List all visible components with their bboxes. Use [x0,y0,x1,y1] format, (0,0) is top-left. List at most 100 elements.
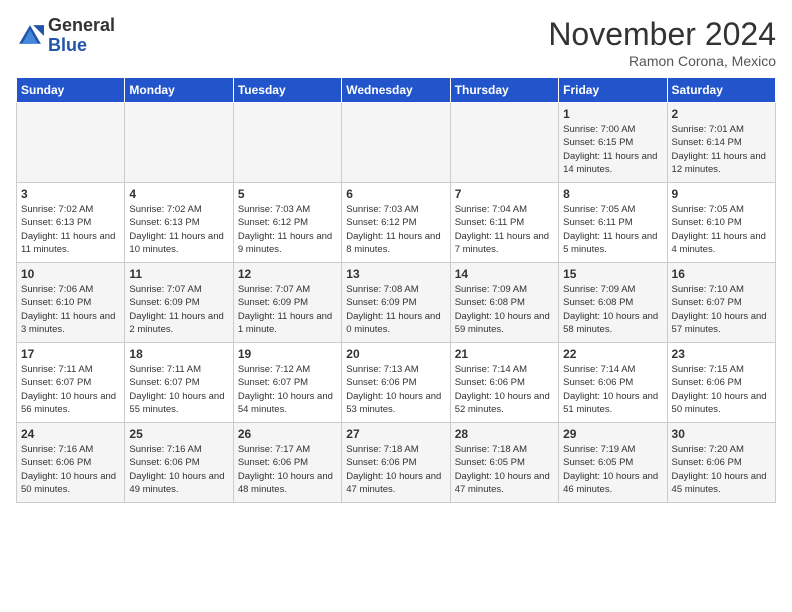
day-info: Sunrise: 7:00 AM Sunset: 6:15 PM Dayligh… [563,123,662,176]
calendar-cell: 9 Sunrise: 7:05 AM Sunset: 6:10 PM Daylig… [667,183,775,263]
calendar-body: 1 Sunrise: 7:00 AM Sunset: 6:15 PM Daylig… [17,103,776,503]
day-info: Sunrise: 7:16 AM Sunset: 6:06 PM Dayligh… [21,443,120,496]
day-info: Sunrise: 7:02 AM Sunset: 6:13 PM Dayligh… [21,203,120,256]
day-info: Sunrise: 7:15 AM Sunset: 6:06 PM Dayligh… [672,363,771,416]
day-number: 23 [672,347,771,361]
day-info: Sunrise: 7:19 AM Sunset: 6:05 PM Dayligh… [563,443,662,496]
day-info: Sunrise: 7:09 AM Sunset: 6:08 PM Dayligh… [455,283,554,336]
day-info: Sunrise: 7:07 AM Sunset: 6:09 PM Dayligh… [238,283,337,336]
page-header: General Blue November 2024 Ramon Corona,… [16,16,776,69]
calendar-table: SundayMondayTuesdayWednesdayThursdayFrid… [16,77,776,503]
day-number: 28 [455,427,554,441]
day-info: Sunrise: 7:08 AM Sunset: 6:09 PM Dayligh… [346,283,445,336]
calendar-cell: 29 Sunrise: 7:19 AM Sunset: 6:05 PM Dayli… [559,423,667,503]
weekday-header-wednesday: Wednesday [342,78,450,103]
day-info: Sunrise: 7:14 AM Sunset: 6:06 PM Dayligh… [563,363,662,416]
day-info: Sunrise: 7:10 AM Sunset: 6:07 PM Dayligh… [672,283,771,336]
day-info: Sunrise: 7:14 AM Sunset: 6:06 PM Dayligh… [455,363,554,416]
day-number: 5 [238,187,337,201]
day-number: 19 [238,347,337,361]
weekday-header-row: SundayMondayTuesdayWednesdayThursdayFrid… [17,78,776,103]
day-info: Sunrise: 7:04 AM Sunset: 6:11 PM Dayligh… [455,203,554,256]
month-title: November 2024 [548,16,776,53]
weekday-header-sunday: Sunday [17,78,125,103]
day-info: Sunrise: 7:13 AM Sunset: 6:06 PM Dayligh… [346,363,445,416]
calendar-cell: 5 Sunrise: 7:03 AM Sunset: 6:12 PM Daylig… [233,183,341,263]
day-info: Sunrise: 7:05 AM Sunset: 6:10 PM Dayligh… [672,203,771,256]
day-number: 24 [21,427,120,441]
day-number: 22 [563,347,662,361]
day-number: 25 [129,427,228,441]
day-info: Sunrise: 7:17 AM Sunset: 6:06 PM Dayligh… [238,443,337,496]
calendar-cell: 24 Sunrise: 7:16 AM Sunset: 6:06 PM Dayli… [17,423,125,503]
calendar-header: SundayMondayTuesdayWednesdayThursdayFrid… [17,78,776,103]
calendar-cell: 23 Sunrise: 7:15 AM Sunset: 6:06 PM Dayli… [667,343,775,423]
calendar-cell: 27Sunrise: 7:18 AM Sunset: 6:06 PM Dayli… [342,423,450,503]
location-subtitle: Ramon Corona, Mexico [548,53,776,69]
calendar-cell [17,103,125,183]
logo-icon [16,22,44,50]
weekday-header-saturday: Saturday [667,78,775,103]
calendar-cell: 4 Sunrise: 7:02 AM Sunset: 6:13 PM Daylig… [125,183,233,263]
day-info: Sunrise: 7:18 AM Sunset: 6:06 PM Dayligh… [346,443,445,496]
calendar-cell: 7 Sunrise: 7:04 AM Sunset: 6:11 PM Daylig… [450,183,558,263]
day-number: 6 [346,187,445,201]
day-number: 9 [672,187,771,201]
day-number: 20 [346,347,445,361]
day-number: 10 [21,267,120,281]
calendar-cell: 18 Sunrise: 7:11 AM Sunset: 6:07 PM Dayli… [125,343,233,423]
day-number: 18 [129,347,228,361]
calendar-cell: 19 Sunrise: 7:12 AM Sunset: 6:07 PM Dayli… [233,343,341,423]
logo-blue-text: Blue [48,35,87,55]
calendar-cell: 6Sunrise: 7:03 AM Sunset: 6:12 PM Daylig… [342,183,450,263]
day-info: Sunrise: 7:02 AM Sunset: 6:13 PM Dayligh… [129,203,228,256]
day-info: Sunrise: 7:12 AM Sunset: 6:07 PM Dayligh… [238,363,337,416]
day-number: 15 [563,267,662,281]
weekday-header-friday: Friday [559,78,667,103]
calendar-cell: 30Sunrise: 7:20 AM Sunset: 6:06 PM Dayli… [667,423,775,503]
day-info: Sunrise: 7:07 AM Sunset: 6:09 PM Dayligh… [129,283,228,336]
calendar-cell: 14 Sunrise: 7:09 AM Sunset: 6:08 PM Dayli… [450,263,558,343]
day-info: Sunrise: 7:11 AM Sunset: 6:07 PM Dayligh… [21,363,120,416]
calendar-cell: 21 Sunrise: 7:14 AM Sunset: 6:06 PM Dayli… [450,343,558,423]
day-number: 2 [672,107,771,121]
weekday-header-thursday: Thursday [450,78,558,103]
calendar-cell: 22 Sunrise: 7:14 AM Sunset: 6:06 PM Dayli… [559,343,667,423]
calendar-cell: 28 Sunrise: 7:18 AM Sunset: 6:05 PM Dayli… [450,423,558,503]
calendar-cell: 2 Sunrise: 7:01 AM Sunset: 6:14 PM Daylig… [667,103,775,183]
day-number: 12 [238,267,337,281]
calendar-cell [450,103,558,183]
calendar-cell: 26Sunrise: 7:17 AM Sunset: 6:06 PM Dayli… [233,423,341,503]
day-info: Sunrise: 7:03 AM Sunset: 6:12 PM Dayligh… [238,203,337,256]
title-block: November 2024 Ramon Corona, Mexico [548,16,776,69]
day-number: 8 [563,187,662,201]
day-number: 3 [21,187,120,201]
day-info: Sunrise: 7:05 AM Sunset: 6:11 PM Dayligh… [563,203,662,256]
day-number: 16 [672,267,771,281]
calendar-cell: 12 Sunrise: 7:07 AM Sunset: 6:09 PM Dayli… [233,263,341,343]
day-info: Sunrise: 7:09 AM Sunset: 6:08 PM Dayligh… [563,283,662,336]
calendar-cell [233,103,341,183]
calendar-week-1: 1 Sunrise: 7:00 AM Sunset: 6:15 PM Daylig… [17,103,776,183]
day-number: 7 [455,187,554,201]
calendar-cell [125,103,233,183]
calendar-cell: 13Sunrise: 7:08 AM Sunset: 6:09 PM Dayli… [342,263,450,343]
day-number: 1 [563,107,662,121]
day-info: Sunrise: 7:11 AM Sunset: 6:07 PM Dayligh… [129,363,228,416]
day-info: Sunrise: 7:16 AM Sunset: 6:06 PM Dayligh… [129,443,228,496]
day-number: 21 [455,347,554,361]
day-number: 4 [129,187,228,201]
calendar-cell: 16 Sunrise: 7:10 AM Sunset: 6:07 PM Dayli… [667,263,775,343]
day-number: 14 [455,267,554,281]
day-info: Sunrise: 7:18 AM Sunset: 6:05 PM Dayligh… [455,443,554,496]
day-info: Sunrise: 7:20 AM Sunset: 6:06 PM Dayligh… [672,443,771,496]
day-number: 17 [21,347,120,361]
day-number: 29 [563,427,662,441]
day-info: Sunrise: 7:06 AM Sunset: 6:10 PM Dayligh… [21,283,120,336]
weekday-header-tuesday: Tuesday [233,78,341,103]
calendar-cell: 20 Sunrise: 7:13 AM Sunset: 6:06 PM Dayli… [342,343,450,423]
day-info: Sunrise: 7:01 AM Sunset: 6:14 PM Dayligh… [672,123,771,176]
calendar-week-4: 17 Sunrise: 7:11 AM Sunset: 6:07 PM Dayli… [17,343,776,423]
calendar-cell: 25 Sunrise: 7:16 AM Sunset: 6:06 PM Dayli… [125,423,233,503]
calendar-week-3: 10 Sunrise: 7:06 AM Sunset: 6:10 PM Dayli… [17,263,776,343]
